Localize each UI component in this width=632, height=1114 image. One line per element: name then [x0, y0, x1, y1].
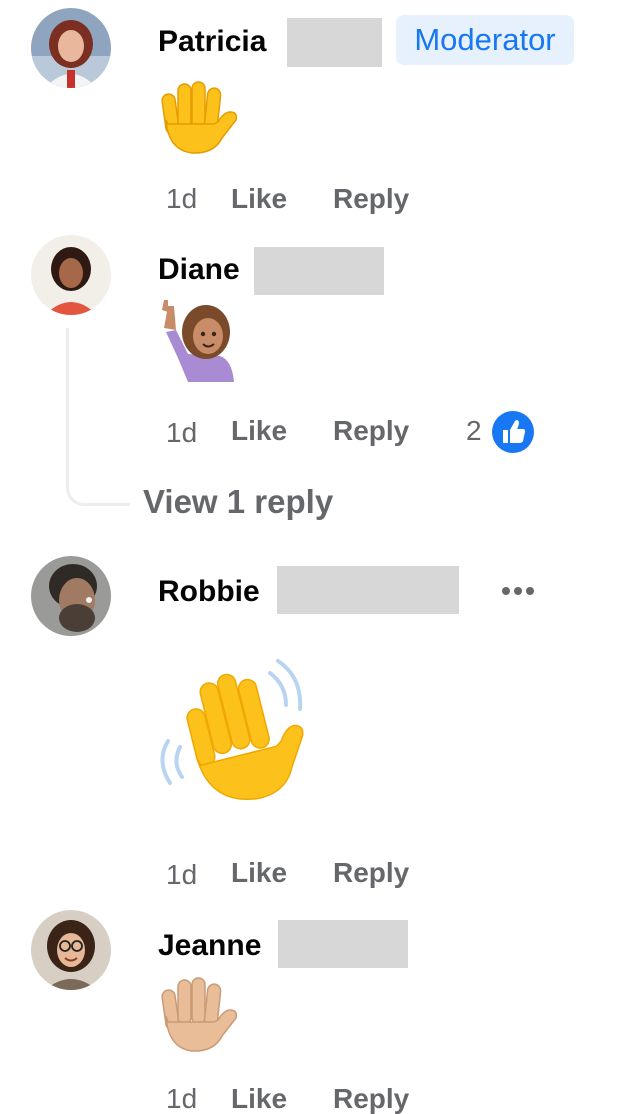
reply-thread-line	[66, 328, 130, 506]
redacted-surname	[278, 920, 408, 968]
like-button[interactable]: Like	[231, 414, 287, 448]
comment-time: 1d	[166, 859, 198, 890]
comment-time: 1d	[166, 1083, 198, 1114]
redacted-surname	[287, 18, 382, 67]
comment-time: 1d	[166, 417, 198, 448]
reply-button[interactable]: Reply	[333, 856, 409, 890]
like-button[interactable]: Like	[231, 1082, 287, 1114]
raised-hand-light-skin-emoji	[158, 976, 240, 1054]
avatar-diane[interactable]	[31, 235, 111, 315]
thumbs-up-icon[interactable]	[490, 409, 536, 455]
commenter-name[interactable]: Robbie	[158, 574, 260, 610]
comment-time: 1d	[166, 183, 198, 214]
commenter-name[interactable]: Jeanne	[158, 928, 261, 964]
reply-button[interactable]: Reply	[333, 1082, 409, 1114]
view-replies-link[interactable]: View 1 reply	[143, 482, 333, 522]
person-raising-hand-emoji	[158, 298, 240, 382]
like-button[interactable]: Like	[231, 856, 287, 890]
more-options-icon[interactable]	[494, 576, 542, 606]
reaction-count[interactable]: 2	[466, 414, 482, 448]
redacted-surname	[254, 247, 384, 295]
reply-button[interactable]: Reply	[333, 182, 409, 216]
moderator-badge: Moderator	[396, 15, 574, 65]
avatar-robbie[interactable]	[31, 556, 111, 636]
waving-hand-emoji	[150, 655, 316, 805]
like-button[interactable]: Like	[231, 182, 287, 216]
avatar-patricia[interactable]	[31, 8, 111, 88]
commenter-name[interactable]: Patricia	[158, 24, 266, 60]
raised-hand-emoji	[158, 80, 240, 156]
commenter-name[interactable]: Diane	[158, 252, 240, 288]
avatar-jeanne[interactable]	[31, 910, 111, 990]
redacted-surname	[277, 566, 459, 614]
reply-button[interactable]: Reply	[333, 414, 409, 448]
